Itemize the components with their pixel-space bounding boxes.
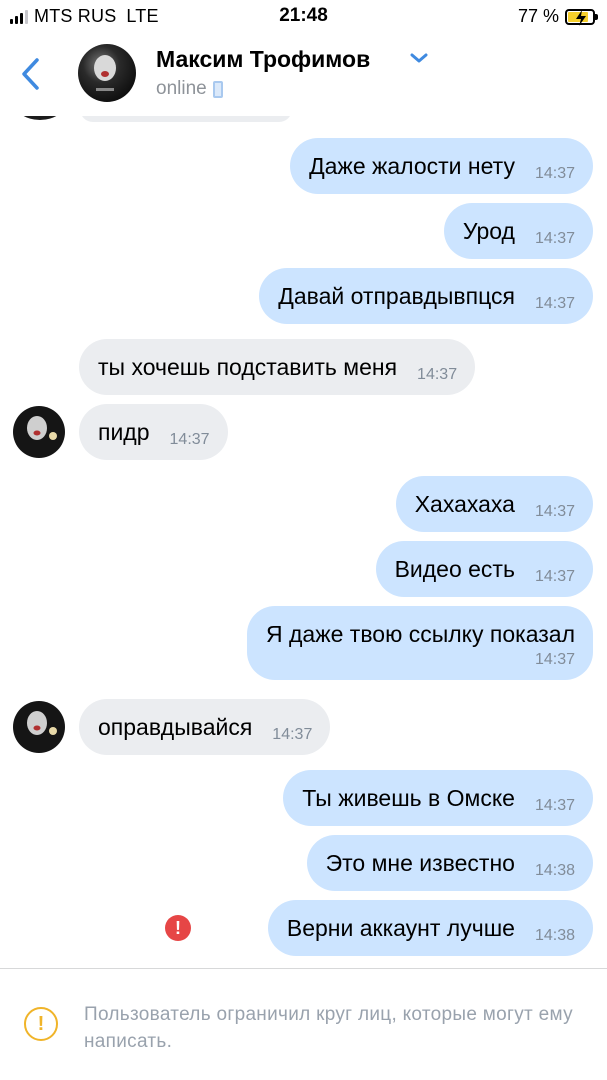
contact-name[interactable]: Максим Трофимов	[156, 46, 370, 73]
message-text: Давай отправдывпцся	[278, 283, 515, 309]
message-outgoing[interactable]: Хахахаха 14:37	[395, 476, 593, 532]
battery-icon	[565, 8, 598, 26]
message-list[interactable]: Даже жалости нету 14:37 Урод 14:37 Давай…	[0, 116, 607, 968]
message-bubble: Я даже твою ссылку показал 14:37	[247, 606, 593, 680]
message-outgoing[interactable]: Видео есть 14:37	[375, 541, 593, 597]
restriction-text: Пользователь ограничил круг лиц, которые…	[84, 1004, 573, 1052]
message-text: Верни аккаунт лучше	[286, 915, 515, 941]
message-incoming[interactable]: ты хочешь подставить меня 14:37	[79, 339, 476, 395]
warning-icon: !	[24, 1007, 58, 1041]
message-outgoing[interactable]: Даже жалости нету 14:37	[290, 138, 593, 194]
contact-status: online	[156, 78, 223, 100]
message-outgoing[interactable]: Ты живешь в Омске 14:37	[283, 770, 593, 826]
message-text: оправдывайся	[98, 714, 253, 740]
status-bar: MTS RUS LTE 21:48 77 %	[0, 0, 607, 34]
message-incoming[interactable]: пидр 14:37	[79, 404, 228, 460]
message-bubble: Видео есть 14:37	[375, 541, 593, 597]
message-incoming[interactable]: оправдывайся 14:37	[79, 699, 331, 755]
message-time: 14:37	[272, 726, 313, 743]
chevron-down-icon[interactable]	[410, 52, 428, 64]
message-bubble: Хахахаха 14:37	[395, 476, 593, 532]
message-bubble: Верни аккаунт лучше 14:38	[267, 900, 593, 956]
message-outgoing[interactable]: Давай отправдывпцся 14:37	[259, 268, 593, 324]
message-time: 14:37	[534, 230, 575, 247]
message-time: 14:37	[534, 503, 575, 520]
back-button[interactable]	[10, 52, 50, 96]
message-bubble-partial	[80, 116, 292, 122]
message-bubble: пидр 14:37	[79, 404, 228, 460]
message-bubble: Даже жалости нету 14:37	[290, 138, 593, 194]
message-bubble: оправдывайся 14:37	[79, 699, 331, 755]
message-bubble: Ты живешь в Омске 14:37	[283, 770, 593, 826]
message-outgoing[interactable]: Урод 14:37	[443, 203, 593, 259]
error-icon[interactable]: !	[165, 915, 191, 941]
message-text: Урод	[462, 218, 515, 244]
message-bubble: Давай отправдывпцся 14:37	[259, 268, 593, 324]
message-text: Я даже твою ссылку показал	[266, 621, 575, 647]
message-time: 14:37	[534, 797, 575, 814]
message-outgoing[interactable]: Верни аккаунт лучше 14:38	[267, 900, 593, 956]
message-time: 14:38	[534, 927, 575, 944]
online-label: online	[156, 78, 207, 99]
message-time: 14:37	[534, 651, 575, 668]
avatar[interactable]	[13, 406, 65, 458]
message-outgoing[interactable]: Это мне известно 14:38	[306, 835, 593, 891]
message-time: 14:38	[534, 862, 575, 879]
message-outgoing[interactable]: Я даже твою ссылку показал 14:37	[247, 606, 593, 680]
message-time: 14:37	[169, 431, 210, 448]
message-text: Ты живешь в Омске	[302, 785, 515, 811]
message-text: Хахахаха	[414, 491, 515, 517]
restriction-notice: ! Пользователь ограничил круг лиц, котор…	[0, 968, 607, 1080]
message-time: 14:37	[417, 366, 458, 383]
message-text: Даже жалости нету	[309, 153, 515, 179]
message-time: 14:37	[534, 165, 575, 182]
message-time: 14:37	[534, 295, 575, 312]
status-right: 77 %	[517, 6, 598, 27]
message-bubble: Это мне известно 14:38	[306, 835, 593, 891]
message-text: Это мне известно	[325, 850, 515, 876]
avatar[interactable]	[13, 701, 65, 753]
message-time: 14:37	[534, 568, 575, 585]
carrier-label: MTS RUS	[34, 6, 117, 26]
message-bubble: ты хочешь подставить меня 14:37	[79, 339, 476, 395]
chevron-left-icon	[22, 58, 39, 90]
message-text: ты хочешь подставить меня	[98, 354, 398, 380]
message-text: пидр	[98, 419, 150, 445]
message-bubble: Урод 14:37	[443, 203, 593, 259]
message-text: Видео есть	[394, 556, 515, 582]
contact-avatar[interactable]	[78, 44, 136, 102]
chat-header: Максим Трофимов online	[0, 34, 607, 116]
battery-percent: 77 %	[517, 6, 559, 26]
signal-icon	[10, 9, 28, 24]
mobile-icon	[212, 80, 223, 98]
status-left: MTS RUS LTE	[10, 6, 159, 27]
network-label: LTE	[126, 6, 159, 26]
avatar	[14, 116, 66, 120]
